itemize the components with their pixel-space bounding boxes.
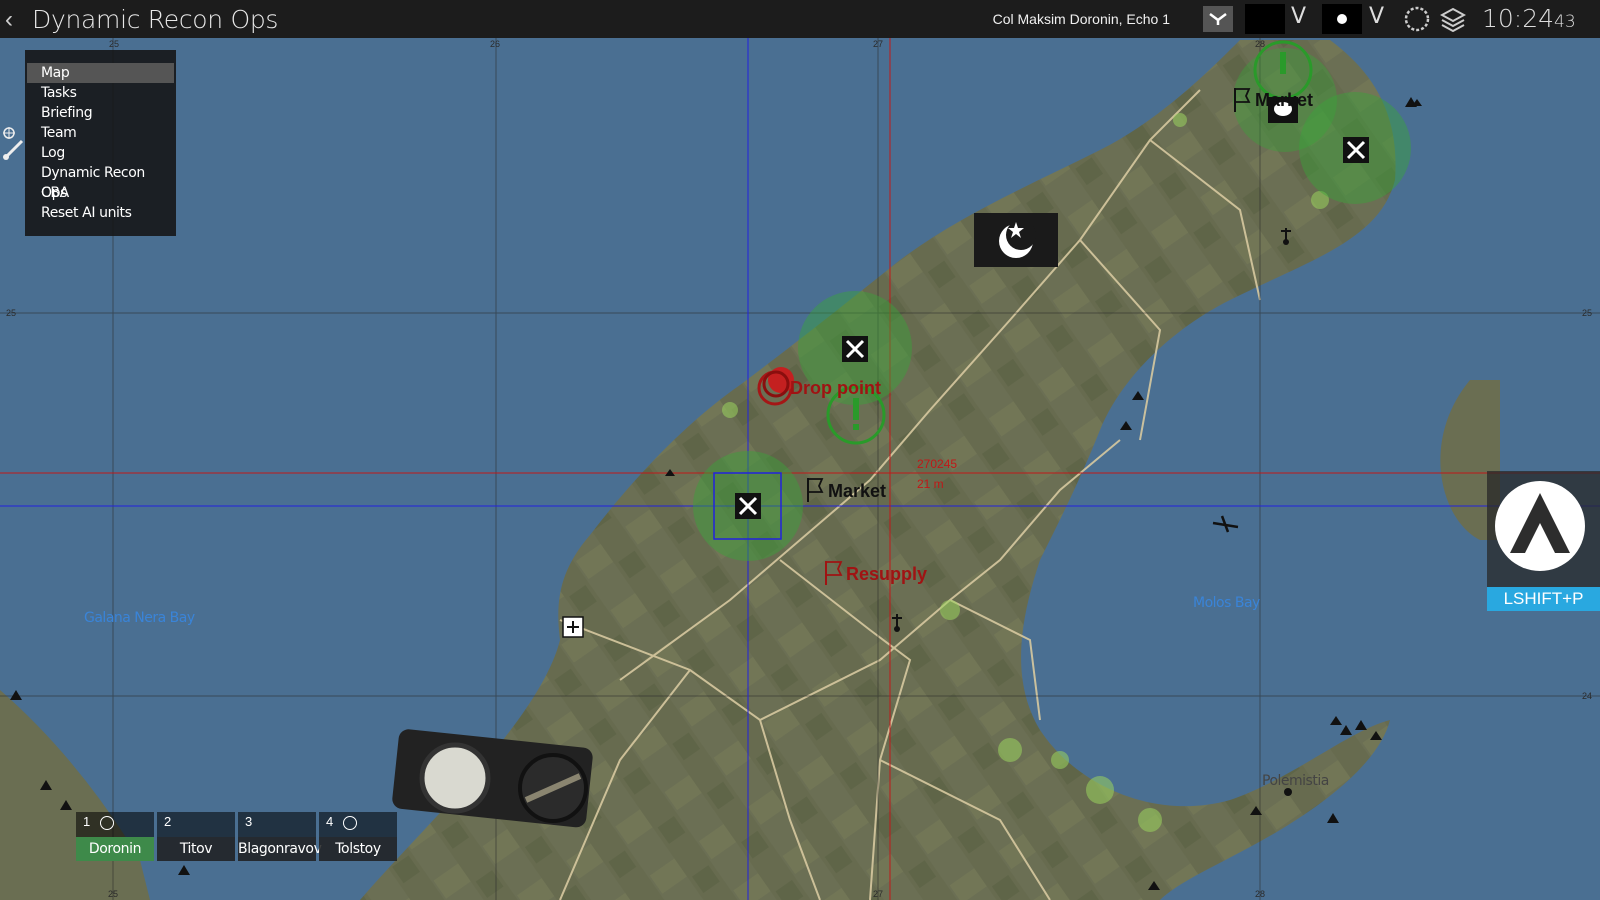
app-logo-icon bbox=[1495, 481, 1585, 571]
player-name: Col Maksim Doronin, Echo 1 bbox=[992, 11, 1170, 27]
map-canvas[interactable]: 25 26 27 28 25 25 24 25 27 28 Drop point… bbox=[0, 0, 1600, 900]
team-number: 4 bbox=[326, 814, 334, 829]
attack-marker-icon[interactable] bbox=[735, 493, 761, 519]
place-label-galana: Galana Nera Bay bbox=[84, 610, 195, 626]
game-clock: 10:2443 bbox=[1482, 4, 1576, 33]
menu-item-log[interactable]: Log bbox=[27, 143, 174, 163]
rank-insignia-button[interactable] bbox=[1203, 6, 1233, 32]
market-label-1: Market bbox=[828, 481, 886, 501]
village-dot-icon bbox=[1284, 788, 1292, 796]
grid-label-top-27: 27 bbox=[873, 39, 883, 49]
role-icon bbox=[100, 816, 114, 830]
menu-item-briefing[interactable]: Briefing bbox=[27, 103, 174, 123]
crosshair-tool-icon[interactable] bbox=[2, 125, 26, 165]
cursor-distance: 21 m bbox=[917, 477, 944, 491]
marker-dot-icon bbox=[1337, 14, 1347, 24]
attack-marker-icon[interactable] bbox=[842, 336, 868, 362]
map-layers-icon[interactable] bbox=[1440, 6, 1466, 32]
map-menu: Map Tasks Briefing Team Log Dynamic Reco… bbox=[25, 50, 176, 236]
team-member-name[interactable]: Tolstoy bbox=[319, 837, 397, 861]
market-label-2: Market bbox=[1255, 90, 1313, 110]
grid-label-left-25: 25 bbox=[6, 308, 16, 318]
menu-item-tasks[interactable]: Tasks bbox=[27, 83, 174, 103]
faction-flag-icon[interactable] bbox=[974, 213, 1058, 267]
marker-color-selector[interactable] bbox=[1245, 4, 1285, 34]
grid-label-top-25: 25 bbox=[109, 39, 119, 49]
menu-item-reset-ai-units[interactable]: Reset AI units bbox=[27, 203, 174, 223]
gps-ring-icon[interactable] bbox=[1403, 5, 1431, 33]
role-icon bbox=[343, 816, 357, 830]
grid-label-bottom-25: 25 bbox=[108, 889, 118, 899]
team-member-4[interactable]: 4 Tolstoy bbox=[319, 812, 397, 861]
menu-item-cba[interactable]: CBA bbox=[27, 183, 174, 203]
grid-label-right-24: 24 bbox=[1582, 691, 1592, 701]
app-title: Dynamic Recon Ops bbox=[32, 5, 279, 34]
team-member-name[interactable]: Blagonravov bbox=[238, 837, 322, 861]
cursor-coords: 270245 bbox=[917, 457, 957, 471]
grid-label-right-25: 25 bbox=[1582, 308, 1592, 318]
team-member-name[interactable]: Doronin bbox=[76, 837, 154, 861]
shortcut-panel[interactable]: LSHIFT+P bbox=[1487, 471, 1600, 611]
grid-label-top-26: 26 bbox=[490, 39, 500, 49]
team-member-2[interactable]: 2 Titov bbox=[157, 812, 235, 861]
grid-label-bottom-28: 28 bbox=[1255, 889, 1265, 899]
back-chevron-icon[interactable]: ‹ bbox=[5, 6, 13, 34]
team-number: 1 bbox=[83, 814, 91, 829]
menu-item-dynamic-recon-ops[interactable]: Dynamic Recon Ops bbox=[27, 163, 174, 201]
resupply-label: Resupply bbox=[846, 564, 927, 584]
team-number: 3 bbox=[245, 814, 253, 829]
color-dropdown-chevron-icon[interactable]: V bbox=[1291, 4, 1306, 29]
team-number: 2 bbox=[164, 814, 172, 829]
place-label-polemistia: Polemistia bbox=[1262, 773, 1329, 789]
drop-point-label: Drop point bbox=[790, 378, 881, 398]
attack-marker-icon[interactable] bbox=[1343, 137, 1369, 163]
grid-label-bottom-27: 27 bbox=[873, 889, 883, 899]
team-member-name[interactable]: Titov bbox=[157, 837, 235, 861]
menu-item-map[interactable]: Map bbox=[27, 63, 174, 83]
top-bar: ‹ Dynamic Recon Ops Col Maksim Doronin, … bbox=[0, 0, 1600, 38]
shape-dropdown-chevron-icon[interactable]: V bbox=[1369, 4, 1384, 29]
side-tools bbox=[2, 125, 26, 170]
medical-icon[interactable] bbox=[562, 616, 584, 638]
shortcut-label[interactable]: LSHIFT+P bbox=[1487, 587, 1600, 611]
grid-label-top-28: 28 bbox=[1255, 39, 1265, 49]
eagle-icon bbox=[1209, 13, 1227, 25]
team-member-1[interactable]: 1 Doronin bbox=[76, 812, 154, 861]
team-member-3[interactable]: 3 Blagonravov bbox=[238, 812, 322, 861]
place-label-molos: Molos Bay bbox=[1193, 595, 1260, 611]
menu-item-team[interactable]: Team bbox=[27, 123, 174, 143]
